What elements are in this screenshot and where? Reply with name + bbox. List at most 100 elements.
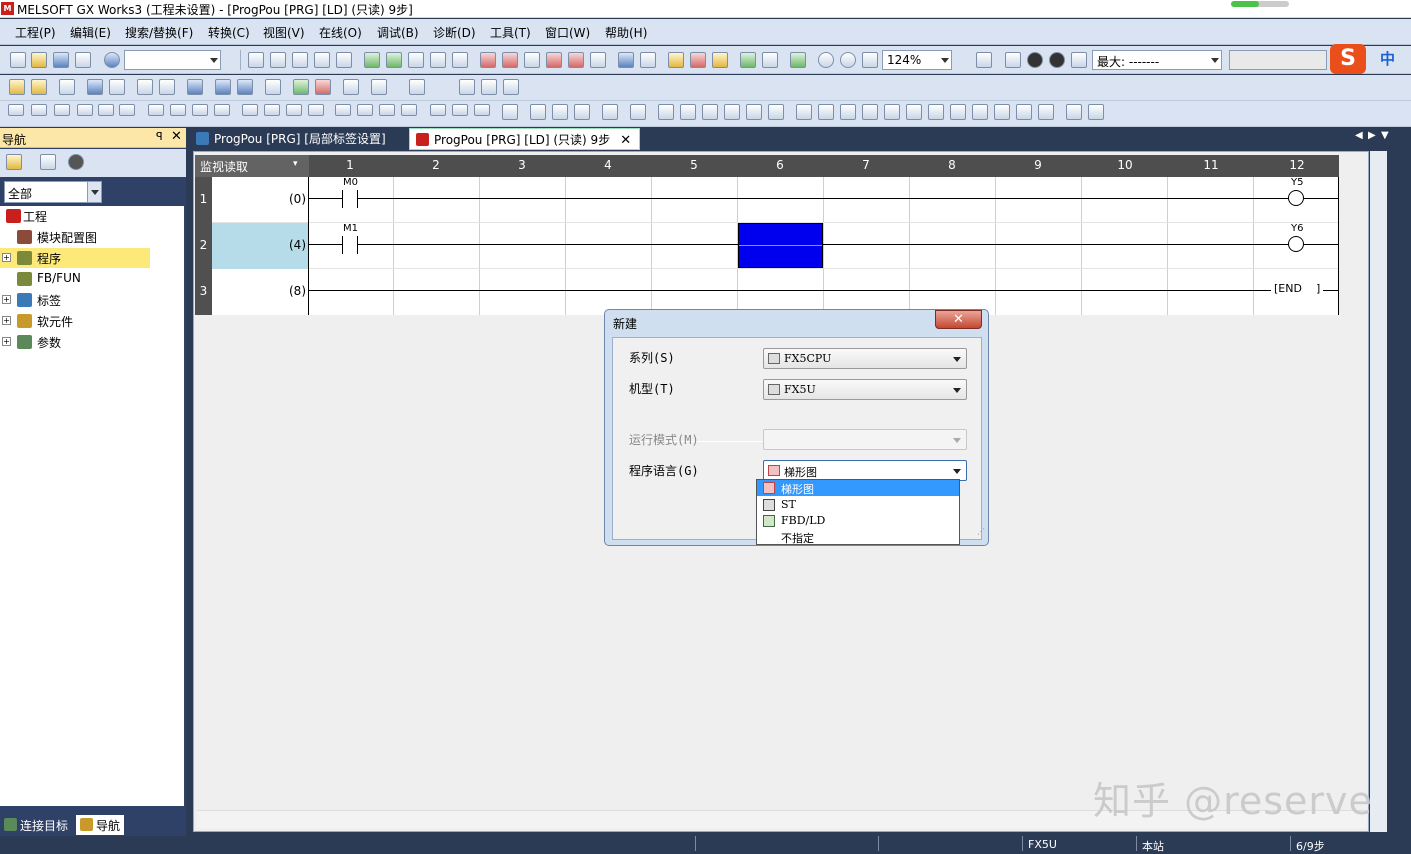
- menu-tools[interactable]: 工具(T): [490, 24, 531, 41]
- compile-icon[interactable]: [430, 52, 446, 68]
- watch-icon[interactable]: [640, 52, 656, 68]
- pin-icon[interactable]: ꟼ: [156, 130, 163, 143]
- menu-project[interactable]: 工程(P): [15, 24, 56, 41]
- zoom-out-icon[interactable]: [840, 52, 856, 68]
- ladder-block5-icon[interactable]: [884, 104, 900, 120]
- print-icon[interactable]: [75, 52, 91, 68]
- tree-item-program[interactable]: + 程序: [0, 248, 150, 268]
- comment-display-icon[interactable]: [215, 79, 231, 95]
- option-unspecified[interactable]: 不指定: [757, 529, 959, 545]
- scan-time-icon[interactable]: [1071, 52, 1087, 68]
- stop-icon[interactable]: [1005, 52, 1021, 68]
- instruction-search-icon[interactable]: [386, 52, 402, 68]
- close-icon[interactable]: ✕: [935, 310, 982, 329]
- search-combo[interactable]: [124, 50, 221, 70]
- cross-reference-icon[interactable]: [137, 79, 153, 95]
- close-tab-icon[interactable]: ✕: [620, 133, 631, 148]
- docking-window-icon[interactable]: [740, 52, 756, 68]
- zoom-select[interactable]: 124%: [882, 50, 952, 70]
- expand-icon[interactable]: +: [2, 337, 11, 346]
- option-st[interactable]: ST: [757, 497, 959, 513]
- ladder-block6-icon[interactable]: [906, 104, 922, 120]
- closed-contact-icon[interactable]: [54, 104, 70, 116]
- operation-falling-icon[interactable]: [401, 104, 417, 116]
- tab-connection-destination[interactable]: 连接目标: [0, 815, 72, 835]
- contact-m1[interactable]: [342, 236, 358, 254]
- menu-edit[interactable]: 编辑(E): [70, 24, 111, 41]
- module-icon[interactable]: [59, 79, 75, 95]
- remote-operation-icon[interactable]: [546, 52, 562, 68]
- ladder-block12-icon[interactable]: [1038, 104, 1054, 120]
- device-view-icon[interactable]: [371, 79, 387, 95]
- tree-item-labels[interactable]: + 标签: [0, 290, 150, 310]
- comment-edit-icon[interactable]: [552, 104, 568, 120]
- navigation-filter-select[interactable]: 全部: [4, 181, 102, 203]
- option-ladder[interactable]: 梯形图: [757, 480, 959, 496]
- ime-input-box[interactable]: [1229, 50, 1327, 70]
- device-batch-icon[interactable]: [618, 52, 634, 68]
- ladder-block13-icon[interactable]: [1066, 104, 1082, 120]
- ladder-route-icon[interactable]: [658, 104, 674, 120]
- contact-m0[interactable]: [342, 190, 358, 208]
- device-display-icon[interactable]: [187, 79, 203, 95]
- label-icon[interactable]: [87, 79, 103, 95]
- ladder-block7-icon[interactable]: [928, 104, 944, 120]
- output-window-icon[interactable]: [790, 52, 806, 68]
- read-mode-icon[interactable]: [265, 79, 281, 95]
- pulse-negated-branch-icon[interactable]: [357, 104, 373, 116]
- tree-options-icon[interactable]: [6, 154, 22, 170]
- instruction-icon[interactable]: [119, 104, 135, 116]
- sogou-ime-icon[interactable]: S: [1330, 44, 1366, 74]
- vertical-line-icon[interactable]: [170, 104, 186, 116]
- open-branch-icon[interactable]: [31, 104, 47, 116]
- tab-list-icon[interactable]: ▼: [1381, 130, 1389, 141]
- menu-online[interactable]: 在线(O): [319, 24, 362, 41]
- ladder-tool-icon[interactable]: [746, 104, 762, 120]
- open-contact-icon[interactable]: [8, 104, 24, 116]
- cut-icon[interactable]: [248, 52, 264, 68]
- menu-help[interactable]: 帮助(H): [605, 24, 647, 41]
- grid-icon[interactable]: [481, 79, 497, 95]
- monitor-write-icon[interactable]: [343, 79, 359, 95]
- series-select[interactable]: FX5CPU: [763, 348, 967, 369]
- rising-pulse-icon[interactable]: [242, 104, 258, 116]
- ime-mode-indicator[interactable]: 中: [1380, 48, 1395, 69]
- rising-pulse-branch-icon[interactable]: [286, 104, 302, 116]
- expand-icon[interactable]: +: [2, 253, 11, 262]
- simulation-icon[interactable]: [712, 52, 728, 68]
- coil-y6[interactable]: [1288, 236, 1304, 252]
- ladder-replace-icon[interactable]: [724, 104, 740, 120]
- help-icon[interactable]: [104, 52, 120, 68]
- undo-icon[interactable]: [314, 52, 330, 68]
- tab-scroll-left-icon[interactable]: ◀: [1355, 130, 1363, 141]
- tree-item-devices[interactable]: + 软元件: [0, 311, 150, 331]
- note-edit-icon[interactable]: [602, 104, 618, 120]
- falling-pulse-icon[interactable]: [264, 104, 280, 116]
- invert-icon[interactable]: [430, 104, 446, 116]
- menu-window[interactable]: 窗口(W): [545, 24, 590, 41]
- gear-icon[interactable]: [68, 154, 84, 170]
- paste-icon[interactable]: [292, 52, 308, 68]
- write-mode-icon[interactable]: [293, 79, 309, 95]
- ladder-block4-icon[interactable]: [862, 104, 878, 120]
- menu-search-replace[interactable]: 搜索/替换(F): [125, 24, 193, 41]
- delete-horizontal-icon[interactable]: [192, 104, 208, 116]
- monitor-mode-select[interactable]: 监视读取 ▾: [195, 155, 309, 177]
- delete-vertical-icon[interactable]: [214, 104, 230, 116]
- misc-tool-icon[interactable]: [503, 79, 519, 95]
- menu-diagnostics[interactable]: 诊断(D): [433, 24, 476, 41]
- tab-navigation[interactable]: 导航: [76, 815, 125, 835]
- open-folder-icon[interactable]: [31, 52, 47, 68]
- collapse-tree-icon[interactable]: [40, 154, 56, 170]
- max-scan-select[interactable]: 最大: -------: [1092, 50, 1222, 70]
- read-plc-icon[interactable]: [502, 52, 518, 68]
- new-file-icon[interactable]: [10, 52, 26, 68]
- resize-grip-icon[interactable]: ⋰: [977, 527, 985, 536]
- operation-result-rising-icon[interactable]: [452, 104, 468, 116]
- pulse-negated-icon[interactable]: [335, 104, 351, 116]
- coil-y5[interactable]: [1288, 190, 1304, 206]
- tab-scroll-right-icon[interactable]: ▶: [1368, 130, 1376, 141]
- check-icon[interactable]: [1027, 52, 1043, 68]
- ladder-body[interactable]: 1 (0) 2 (4) 3 (8) M0 Y5 M1 Y6 [END ]: [195, 177, 1339, 315]
- statement-display-icon[interactable]: [237, 79, 253, 95]
